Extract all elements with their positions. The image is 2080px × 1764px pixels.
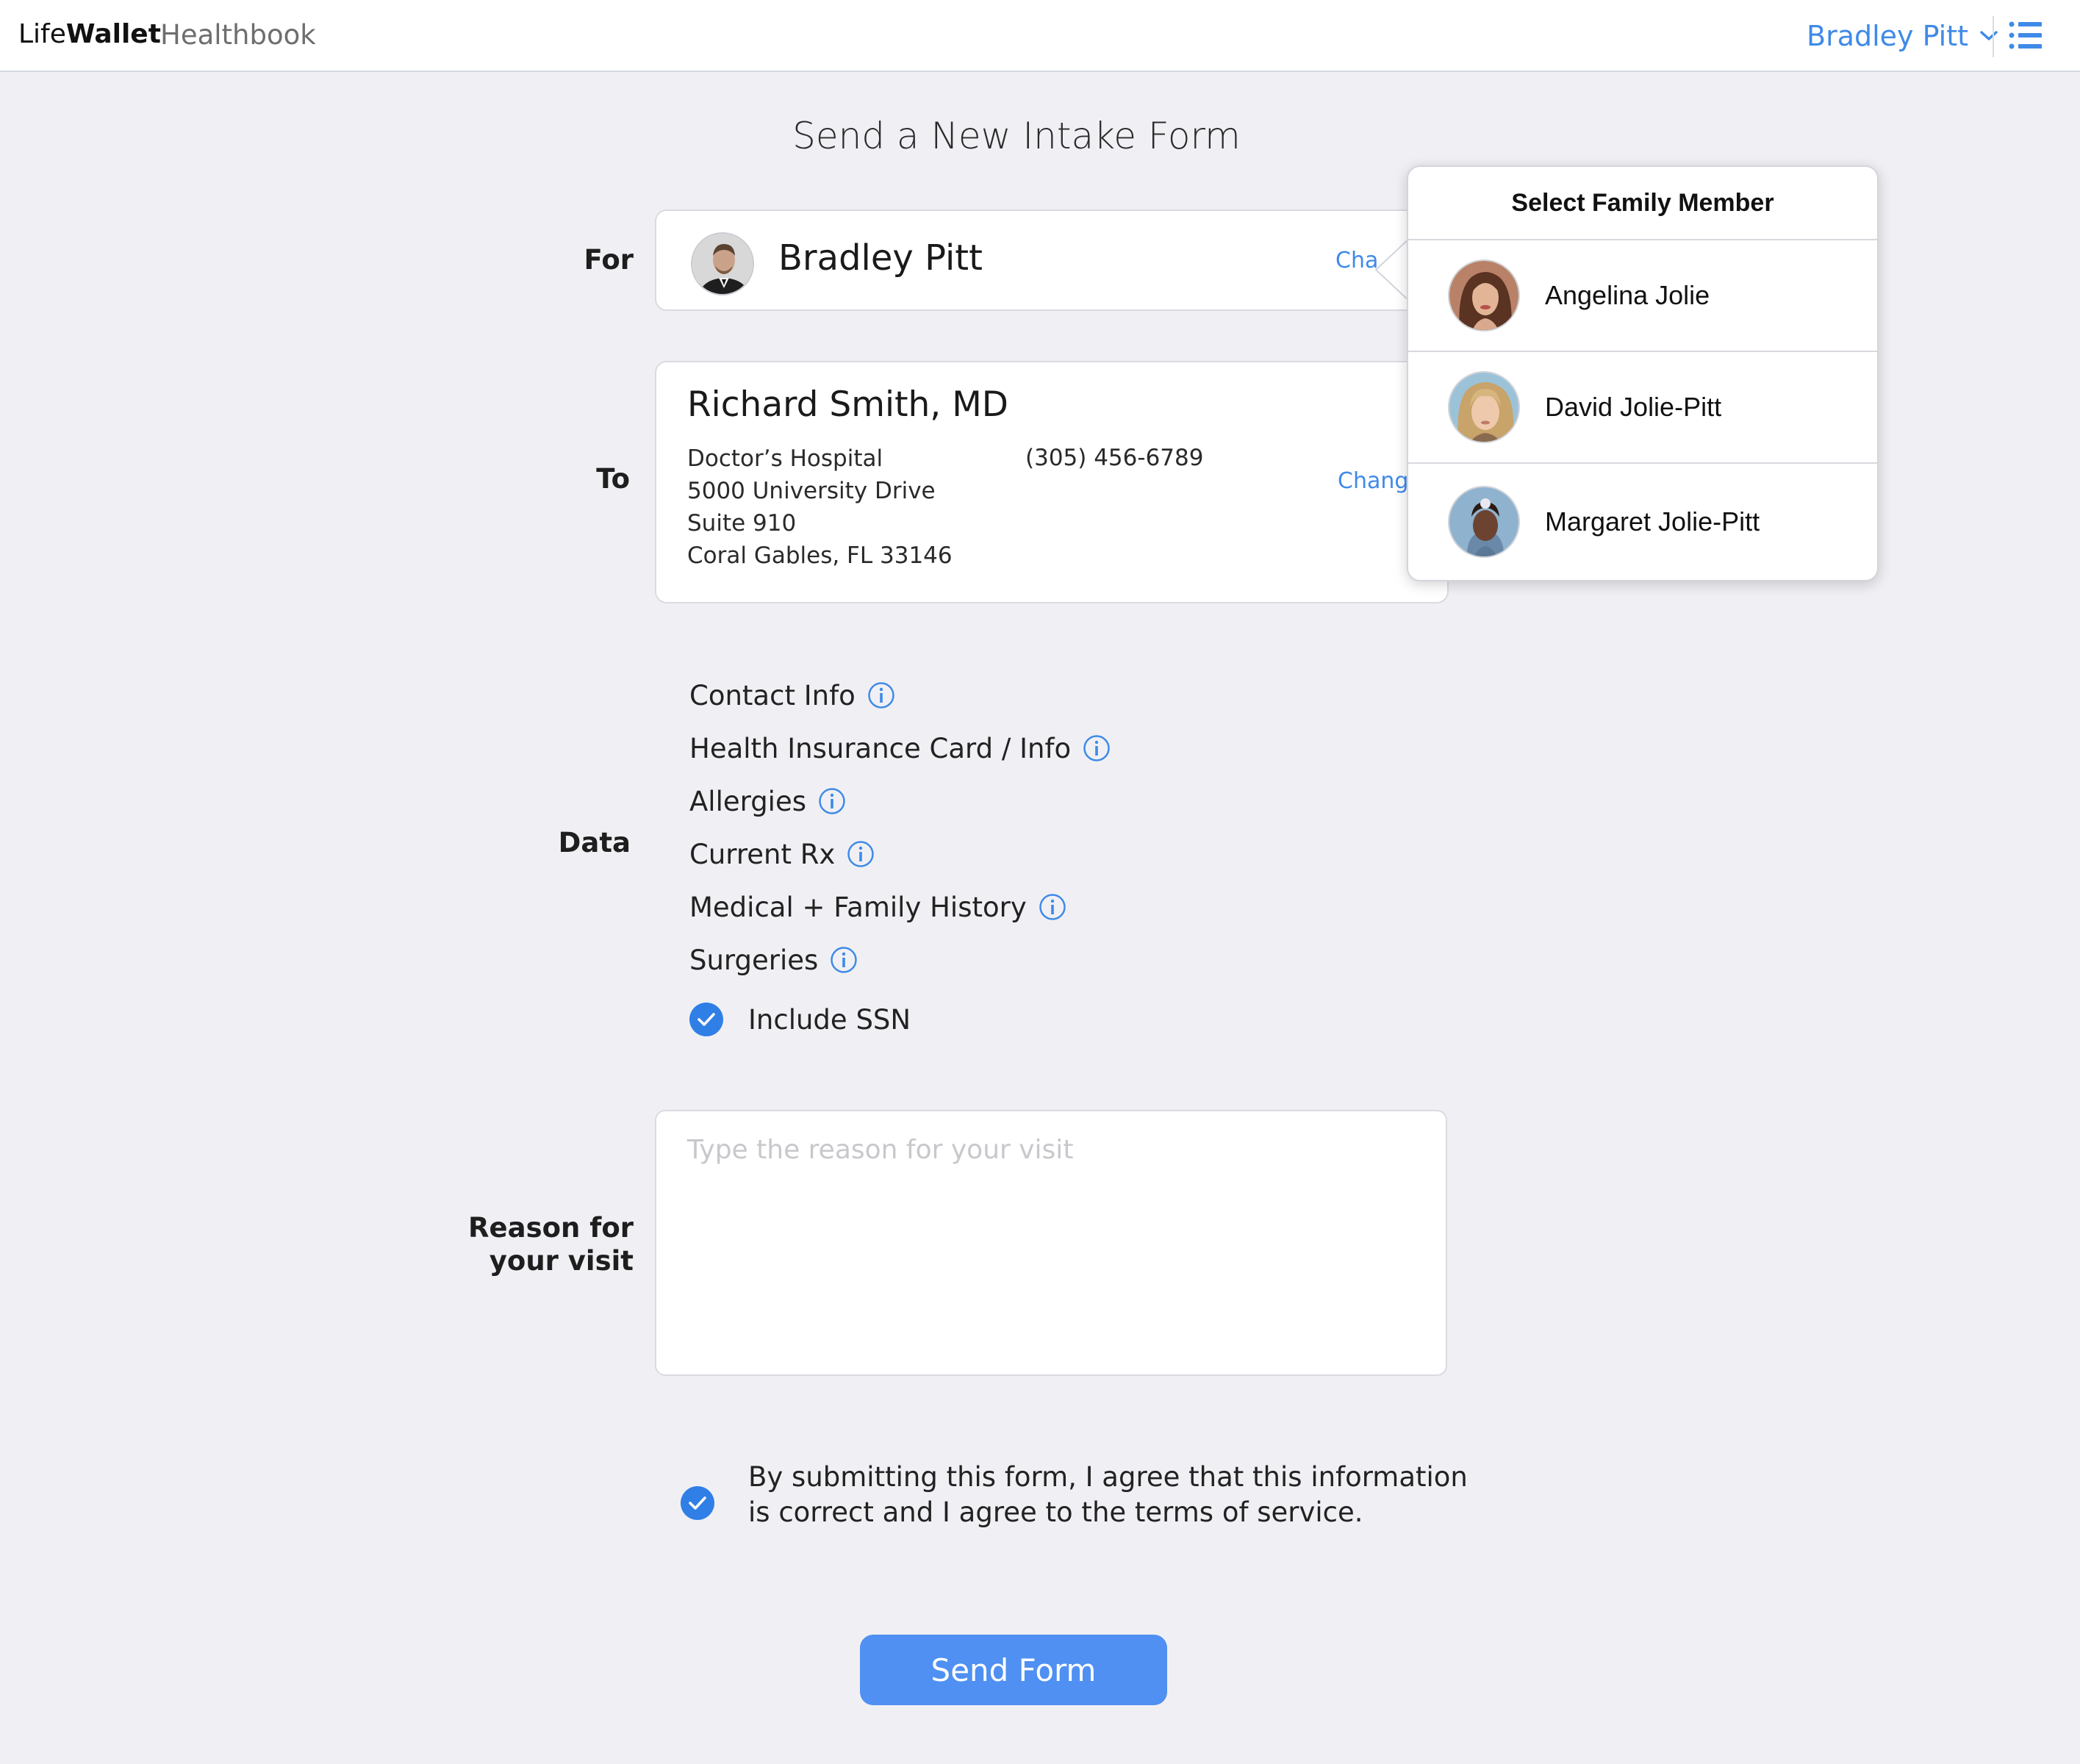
to-card[interactable]: Richard Smith, MD Doctor’s Hospital 5000… — [655, 361, 1449, 603]
family-member-item[interactable]: Angelina Jolie — [1408, 240, 1877, 352]
data-item-allergies: Allergies — [689, 775, 1111, 828]
reason-label-line: your visit — [489, 1245, 634, 1277]
include-ssn-row: Include SSN — [689, 1003, 911, 1036]
agreement-checkbox[interactable] — [681, 1486, 714, 1520]
info-icon[interactable] — [847, 840, 875, 868]
data-item-label: Current Rx — [689, 838, 836, 870]
info-icon[interactable] — [1039, 893, 1066, 921]
list-menu-icon[interactable] — [2009, 21, 2043, 50]
avatar — [1448, 371, 1520, 443]
for-label: For — [584, 244, 634, 276]
chevron-down-icon — [1980, 31, 1998, 40]
info-icon[interactable] — [1083, 734, 1111, 762]
to-label: To — [596, 463, 630, 495]
info-icon[interactable] — [867, 681, 895, 709]
data-label: Data — [558, 827, 631, 858]
brand-light: Life — [18, 19, 66, 49]
reason-label-line: Reason for — [468, 1212, 634, 1244]
agreement-text: By submitting this form, I agree that th… — [748, 1461, 1468, 1528]
doctor-phone: (305) 456-6789 — [1025, 445, 1204, 471]
address-line: Suite 910 — [687, 510, 797, 537]
section-title: Healthbook — [160, 19, 316, 51]
page-title: Send a New Intake Form — [792, 115, 1241, 157]
data-item-current-rx: Current Rx — [689, 828, 1111, 881]
change-doctor-link[interactable]: Change — [1338, 468, 1411, 494]
reason-label: Reason for your visit — [441, 1211, 634, 1277]
user-name: Bradley Pitt — [1807, 20, 1969, 52]
for-card[interactable]: Bradley Pitt Change — [655, 209, 1449, 311]
data-item-insurance: Health Insurance Card / Info — [689, 722, 1111, 775]
popover-arrow — [1374, 237, 1410, 303]
send-form-button[interactable]: Send Form — [860, 1635, 1167, 1705]
user-menu[interactable]: Bradley Pitt — [1807, 18, 1999, 54]
header-divider — [1993, 16, 1994, 57]
info-icon[interactable] — [818, 787, 846, 815]
avatar — [691, 232, 754, 295]
top-bar: LifeWallet Healthbook Bradley Pitt — [0, 0, 2080, 72]
brand-bold: Wallet — [65, 19, 161, 49]
patient-name: Bradley Pitt — [778, 237, 983, 279]
data-item-label: Allergies — [689, 785, 807, 817]
avatar — [1448, 259, 1520, 331]
address-line: 5000 University Drive — [687, 478, 936, 504]
doctor-address: Doctor’s Hospital 5000 University Drive … — [687, 442, 953, 572]
checkmark-icon — [689, 1496, 706, 1510]
data-item-label: Health Insurance Card / Info — [689, 732, 1072, 764]
address-line: Doctor’s Hospital — [687, 445, 883, 472]
family-member-popover: Select Family Member Angelina Jolie Davi… — [1407, 165, 1879, 581]
data-item-medical-history: Medical + Family History — [689, 881, 1111, 933]
app-logo[interactable]: LifeWallet — [18, 19, 161, 49]
doctor-name: Richard Smith, MD — [687, 384, 1008, 425]
data-item-contact-info: Contact Info — [689, 669, 1111, 722]
popover-title: Select Family Member — [1408, 167, 1877, 240]
reason-textarea[interactable] — [655, 1110, 1447, 1376]
include-ssn-label: Include SSN — [748, 1003, 911, 1036]
data-item-label: Surgeries — [689, 944, 819, 976]
family-member-name: Margaret Jolie-Pitt — [1545, 506, 1760, 537]
data-item-label: Medical + Family History — [689, 891, 1027, 923]
checkmark-icon — [697, 1013, 715, 1026]
info-icon[interactable] — [830, 946, 858, 974]
family-member-item[interactable]: Margaret Jolie-Pitt — [1408, 464, 1877, 580]
address-line: Coral Gables, FL 33146 — [687, 542, 953, 569]
avatar — [1448, 486, 1520, 558]
include-ssn-checkbox[interactable] — [689, 1003, 723, 1036]
data-list: Contact Info Health Insurance Card / Inf… — [689, 669, 1111, 986]
data-item-surgeries: Surgeries — [689, 933, 1111, 986]
data-item-label: Contact Info — [689, 679, 856, 711]
family-member-item[interactable]: David Jolie-Pitt — [1408, 352, 1877, 464]
family-member-name: David Jolie-Pitt — [1545, 392, 1722, 422]
family-member-name: Angelina Jolie — [1545, 280, 1710, 310]
